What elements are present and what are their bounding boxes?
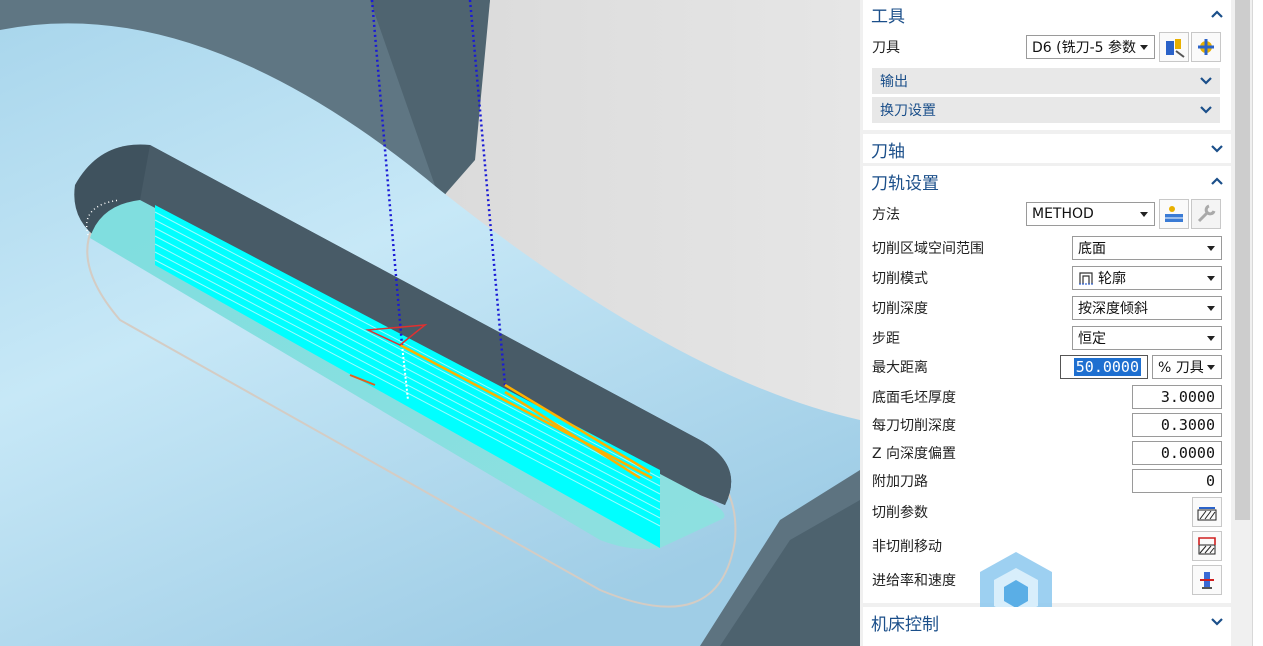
cut-params-row: 切削参数 (872, 499, 1221, 525)
path-settings-title: 刀轨设置 (871, 173, 939, 194)
edit-method-icon (1165, 206, 1183, 222)
max-distance-unit: % 刀具 (1158, 360, 1204, 376)
edit-tool-icon (1166, 39, 1185, 58)
panel-scrollbar[interactable] (1233, 0, 1252, 646)
non-cut-label: 非切削移动 (872, 539, 942, 555)
tool-change-label: 换刀设置 (880, 103, 936, 119)
z-offset-label: Z 向深度偏置 (872, 446, 957, 462)
extra-passes-label: 附加刀路 (872, 474, 928, 490)
tool-axis-section: 刀轴 (863, 134, 1231, 163)
stepover-label: 步距 (872, 331, 900, 347)
max-distance-value: 50.0000 (1073, 358, 1141, 376)
dropdown-arrow-icon (1207, 365, 1215, 370)
output-label: 输出 (880, 74, 908, 90)
cut-params-icon (1197, 507, 1217, 521)
chevron-down-icon (1200, 75, 1212, 87)
stepover-value: 恒定 (1078, 331, 1106, 347)
machine-control-section: 机床控制 (863, 607, 1231, 646)
edit-method-button[interactable] (1159, 199, 1189, 229)
cut-params-button[interactable] (1192, 497, 1222, 527)
tool-axis-title: 刀轴 (871, 141, 905, 162)
wrench-icon (1197, 204, 1216, 223)
chevron-down-icon (1200, 104, 1212, 116)
cut-region-select[interactable]: 底面 (1072, 236, 1222, 260)
graphics-viewport[interactable] (0, 0, 860, 646)
max-distance-label: 最大距离 (872, 360, 928, 376)
right-edge-strip (1252, 0, 1263, 646)
operation-dialog: 工具 刀具 D6 (铣刀-5 参数 输出 换刀设置 刀轴 刀轨设置 方法 MET… (860, 0, 1233, 646)
tool-label: 刀具 (872, 40, 900, 56)
stepover-select[interactable]: 恒定 (1072, 326, 1222, 350)
method-select-value: METHOD (1032, 206, 1094, 222)
dropdown-arrow-icon (1207, 306, 1215, 311)
feeds-label: 进给率和速度 (872, 573, 956, 589)
output-subsection[interactable]: 输出 (872, 68, 1220, 94)
new-tool-icon (1198, 39, 1214, 55)
contour-pattern-icon (1079, 272, 1093, 285)
tool-section: 工具 刀具 D6 (铣刀-5 参数 输出 换刀设置 (863, 0, 1231, 130)
dropdown-arrow-icon (1140, 45, 1148, 50)
machine-control-header[interactable]: 机床控制 (863, 608, 1231, 636)
tool-select[interactable]: D6 (铣刀-5 参数 (1026, 35, 1155, 59)
tool-select-value: D6 (铣刀-5 参数 (1032, 40, 1136, 56)
chevron-up-icon[interactable] (1211, 8, 1223, 20)
machine-control-title: 机床控制 (871, 614, 939, 635)
dropdown-arrow-icon (1207, 276, 1215, 281)
tool-section-header[interactable]: 工具 (863, 0, 1231, 28)
scrollbar-thumb[interactable] (1235, 0, 1250, 520)
edit-tool-button[interactable] (1159, 32, 1189, 62)
tool-section-title: 工具 (871, 6, 905, 27)
method-label: 方法 (872, 207, 900, 223)
non-cut-button[interactable] (1192, 531, 1222, 561)
z-offset-input[interactable]: 0.0000 (1132, 441, 1222, 465)
cad-model-view[interactable] (0, 0, 860, 646)
feeds-speeds-icon (1200, 572, 1214, 589)
tool-axis-header[interactable]: 刀轴 (863, 135, 1231, 163)
max-distance-input[interactable]: 50.0000 (1060, 355, 1148, 379)
non-cut-moves-icon (1198, 537, 1216, 555)
path-settings-section: 刀轨设置 方法 METHOD 切削区域空间范围 底面 切削模式 轮廓 切削深度 … (863, 166, 1231, 603)
chevron-down-icon[interactable] (1211, 143, 1223, 155)
cut-params-label: 切削参数 (872, 505, 928, 521)
feeds-button[interactable] (1192, 565, 1222, 595)
cut-depth-value: 按深度倾斜 (1078, 301, 1148, 317)
new-tool-button[interactable] (1191, 32, 1221, 62)
max-distance-unit-select[interactable]: % 刀具 (1152, 355, 1222, 379)
dropdown-arrow-icon (1207, 336, 1215, 341)
dropdown-arrow-icon (1140, 212, 1148, 217)
cut-pattern-label: 切削模式 (872, 271, 928, 287)
dropdown-arrow-icon (1207, 246, 1215, 251)
tool-change-subsection[interactable]: 换刀设置 (872, 97, 1220, 123)
floor-stock-label: 底面毛坯厚度 (872, 390, 956, 406)
extra-passes-input[interactable]: 0 (1132, 469, 1222, 493)
cut-depth-select[interactable]: 按深度倾斜 (1072, 296, 1222, 320)
depth-per-cut-label: 每刀切削深度 (872, 418, 956, 434)
path-settings-header[interactable]: 刀轨设置 (863, 167, 1231, 195)
cut-region-label: 切削区域空间范围 (872, 241, 984, 257)
floor-stock-input[interactable]: 3.0000 (1132, 385, 1222, 409)
chevron-down-icon[interactable] (1211, 616, 1223, 628)
cut-region-value: 底面 (1078, 241, 1106, 257)
depth-per-cut-input[interactable]: 0.3000 (1132, 413, 1222, 437)
wrench-button[interactable] (1191, 199, 1221, 229)
cut-pattern-select[interactable]: 轮廓 (1072, 266, 1222, 290)
cut-depth-label: 切削深度 (872, 301, 928, 317)
cut-pattern-value: 轮廓 (1098, 271, 1126, 287)
chevron-up-icon[interactable] (1211, 175, 1223, 187)
method-select[interactable]: METHOD (1026, 202, 1155, 226)
